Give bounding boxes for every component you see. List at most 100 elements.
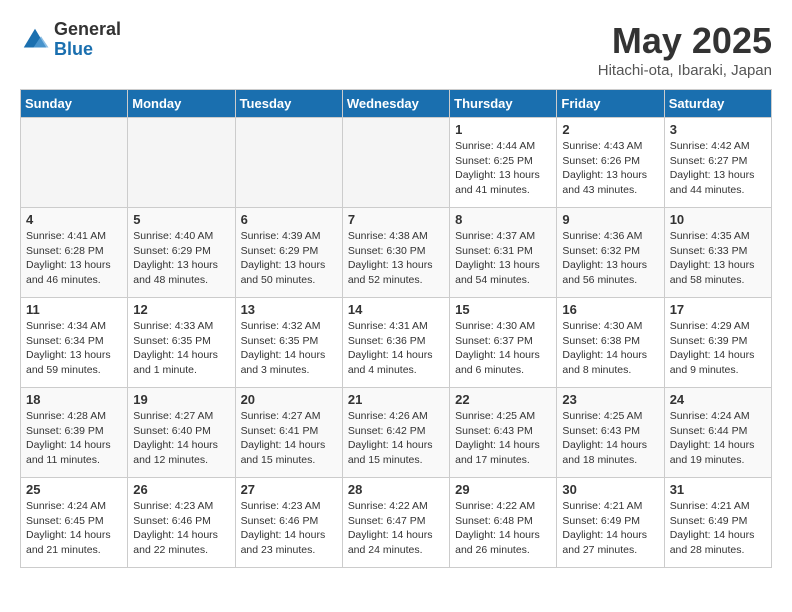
calendar-cell: 26 Sunrise: 4:23 AM Sunset: 6:46 PM Dayli… — [128, 478, 235, 568]
day-number: 25 — [26, 482, 122, 497]
day-info: Sunrise: 4:28 AM Sunset: 6:39 PM Dayligh… — [26, 409, 122, 468]
day-number: 30 — [562, 482, 658, 497]
logo-text: General Blue — [54, 20, 121, 60]
calendar-cell — [21, 118, 128, 208]
day-info: Sunrise: 4:30 AM Sunset: 6:37 PM Dayligh… — [455, 319, 551, 378]
calendar-cell: 25 Sunrise: 4:24 AM Sunset: 6:45 PM Dayli… — [21, 478, 128, 568]
day-info: Sunrise: 4:26 AM Sunset: 6:42 PM Dayligh… — [348, 409, 444, 468]
calendar-cell: 27Sunrise: 4:23 AM Sunset: 6:46 PM Dayli… — [235, 478, 342, 568]
header-wednesday: Wednesday — [342, 90, 449, 118]
day-number: 14 — [348, 302, 444, 317]
day-number: 9 — [562, 212, 658, 227]
logo: General Blue — [20, 20, 121, 60]
day-number: 12 — [133, 302, 229, 317]
day-info: Sunrise: 4:27 AM Sunset: 6:41 PM Dayligh… — [241, 409, 337, 468]
day-info: Sunrise: 4:24 AM Sunset: 6:44 PM Dayligh… — [670, 409, 766, 468]
day-number: 29 — [455, 482, 551, 497]
calendar-row: 1Sunrise: 4:44 AM Sunset: 6:25 PM Daylig… — [21, 118, 772, 208]
header-saturday: Saturday — [664, 90, 771, 118]
day-number: 17 — [670, 302, 766, 317]
day-info: Sunrise: 4:38 AM Sunset: 6:30 PM Dayligh… — [348, 229, 444, 288]
day-info: Sunrise: 4:25 AM Sunset: 6:43 PM Dayligh… — [562, 409, 658, 468]
calendar-cell: 2 Sunrise: 4:43 AM Sunset: 6:26 PM Daylig… — [557, 118, 664, 208]
day-number: 5 — [133, 212, 229, 227]
day-info: Sunrise: 4:23 AM Sunset: 6:46 PM Dayligh… — [133, 499, 229, 558]
day-info: Sunrise: 4:21 AM Sunset: 6:49 PM Dayligh… — [670, 499, 766, 558]
calendar-cell: 5 Sunrise: 4:40 AM Sunset: 6:29 PM Daylig… — [128, 208, 235, 298]
day-number: 8 — [455, 212, 551, 227]
day-number: 18 — [26, 392, 122, 407]
calendar-cell: 28 Sunrise: 4:22 AM Sunset: 6:47 PM Dayli… — [342, 478, 449, 568]
calendar-cell: 8Sunrise: 4:37 AM Sunset: 6:31 PM Daylig… — [450, 208, 557, 298]
logo-blue: Blue — [54, 40, 121, 60]
logo-general: General — [54, 20, 121, 40]
calendar-cell — [342, 118, 449, 208]
calendar-cell: 23 Sunrise: 4:25 AM Sunset: 6:43 PM Dayli… — [557, 388, 664, 478]
calendar-cell: 19Sunrise: 4:27 AM Sunset: 6:40 PM Dayli… — [128, 388, 235, 478]
day-number: 3 — [670, 122, 766, 137]
header-friday: Friday — [557, 90, 664, 118]
calendar-row: 18 Sunrise: 4:28 AM Sunset: 6:39 PM Dayli… — [21, 388, 772, 478]
day-info: Sunrise: 4:35 AM Sunset: 6:33 PM Dayligh… — [670, 229, 766, 288]
day-info: Sunrise: 4:39 AM Sunset: 6:29 PM Dayligh… — [241, 229, 337, 288]
calendar-cell: 24 Sunrise: 4:24 AM Sunset: 6:44 PM Dayli… — [664, 388, 771, 478]
day-number: 11 — [26, 302, 122, 317]
calendar-cell: 9 Sunrise: 4:36 AM Sunset: 6:32 PM Daylig… — [557, 208, 664, 298]
day-info: Sunrise: 4:40 AM Sunset: 6:29 PM Dayligh… — [133, 229, 229, 288]
day-number: 24 — [670, 392, 766, 407]
day-number: 27 — [241, 482, 337, 497]
day-info: Sunrise: 4:36 AM Sunset: 6:32 PM Dayligh… — [562, 229, 658, 288]
day-info: Sunrise: 4:29 AM Sunset: 6:39 PM Dayligh… — [670, 319, 766, 378]
day-number: 6 — [241, 212, 337, 227]
day-info: Sunrise: 4:43 AM Sunset: 6:26 PM Dayligh… — [562, 139, 658, 198]
calendar-table: SundayMondayTuesdayWednesdayThursdayFrid… — [20, 89, 772, 568]
header-tuesday: Tuesday — [235, 90, 342, 118]
day-info: Sunrise: 4:24 AM Sunset: 6:45 PM Dayligh… — [26, 499, 122, 558]
calendar-row: 11 Sunrise: 4:34 AM Sunset: 6:34 PM Dayli… — [21, 298, 772, 388]
day-number: 20 — [241, 392, 337, 407]
month-title: May 2025 — [598, 20, 772, 62]
calendar-cell: 16Sunrise: 4:30 AM Sunset: 6:38 PM Dayli… — [557, 298, 664, 388]
header-monday: Monday — [128, 90, 235, 118]
title-area: May 2025 Hitachi-ota, Ibaraki, Japan — [598, 20, 772, 79]
calendar-cell: 29Sunrise: 4:22 AM Sunset: 6:48 PM Dayli… — [450, 478, 557, 568]
day-number: 31 — [670, 482, 766, 497]
day-info: Sunrise: 4:33 AM Sunset: 6:35 PM Dayligh… — [133, 319, 229, 378]
calendar-cell: 22 Sunrise: 4:25 AM Sunset: 6:43 PM Dayli… — [450, 388, 557, 478]
calendar-cell: 1Sunrise: 4:44 AM Sunset: 6:25 PM Daylig… — [450, 118, 557, 208]
calendar-cell: 15Sunrise: 4:30 AM Sunset: 6:37 PM Dayli… — [450, 298, 557, 388]
day-info: Sunrise: 4:32 AM Sunset: 6:35 PM Dayligh… — [241, 319, 337, 378]
calendar-cell: 31 Sunrise: 4:21 AM Sunset: 6:49 PM Dayli… — [664, 478, 771, 568]
day-number: 22 — [455, 392, 551, 407]
logo-icon — [20, 25, 50, 55]
day-info: Sunrise: 4:25 AM Sunset: 6:43 PM Dayligh… — [455, 409, 551, 468]
location: Hitachi-ota, Ibaraki, Japan — [598, 62, 772, 79]
calendar-cell: 3 Sunrise: 4:42 AM Sunset: 6:27 PM Daylig… — [664, 118, 771, 208]
day-number: 2 — [562, 122, 658, 137]
day-info: Sunrise: 4:21 AM Sunset: 6:49 PM Dayligh… — [562, 499, 658, 558]
day-number: 10 — [670, 212, 766, 227]
calendar-cell: 18 Sunrise: 4:28 AM Sunset: 6:39 PM Dayli… — [21, 388, 128, 478]
calendar-cell: 21 Sunrise: 4:26 AM Sunset: 6:42 PM Dayli… — [342, 388, 449, 478]
day-info: Sunrise: 4:41 AM Sunset: 6:28 PM Dayligh… — [26, 229, 122, 288]
day-info: Sunrise: 4:34 AM Sunset: 6:34 PM Dayligh… — [26, 319, 122, 378]
calendar-cell: 13Sunrise: 4:32 AM Sunset: 6:35 PM Dayli… — [235, 298, 342, 388]
header-thursday: Thursday — [450, 90, 557, 118]
day-info: Sunrise: 4:44 AM Sunset: 6:25 PM Dayligh… — [455, 139, 551, 198]
day-number: 16 — [562, 302, 658, 317]
calendar-cell: 14 Sunrise: 4:31 AM Sunset: 6:36 PM Dayli… — [342, 298, 449, 388]
day-info: Sunrise: 4:31 AM Sunset: 6:36 PM Dayligh… — [348, 319, 444, 378]
calendar-cell: 11 Sunrise: 4:34 AM Sunset: 6:34 PM Dayli… — [21, 298, 128, 388]
day-info: Sunrise: 4:27 AM Sunset: 6:40 PM Dayligh… — [133, 409, 229, 468]
calendar-cell — [235, 118, 342, 208]
day-number: 7 — [348, 212, 444, 227]
day-number: 28 — [348, 482, 444, 497]
day-number: 26 — [133, 482, 229, 497]
day-info: Sunrise: 4:22 AM Sunset: 6:47 PM Dayligh… — [348, 499, 444, 558]
calendar-cell: 30 Sunrise: 4:21 AM Sunset: 6:49 PM Dayli… — [557, 478, 664, 568]
day-number: 23 — [562, 392, 658, 407]
calendar-cell — [128, 118, 235, 208]
day-number: 21 — [348, 392, 444, 407]
day-info: Sunrise: 4:42 AM Sunset: 6:27 PM Dayligh… — [670, 139, 766, 198]
header-sunday: Sunday — [21, 90, 128, 118]
